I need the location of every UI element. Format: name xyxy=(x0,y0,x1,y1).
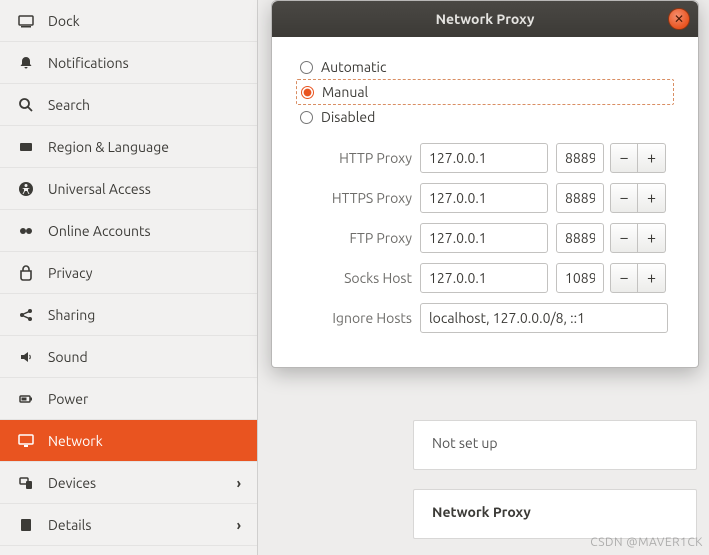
sidebar-item-universal-access[interactable]: Universal Access xyxy=(0,168,257,210)
watermark-text: CSDN @MAVER1CK xyxy=(590,536,703,549)
settings-sidebar: Dock Notifications Search Region & Langu… xyxy=(0,0,258,555)
ftp-proxy-host-input[interactable] xyxy=(420,223,548,253)
cloud-icon xyxy=(16,221,36,241)
proxy-mode-radios: Automatic Manual Disabled xyxy=(296,55,674,129)
socks-host-label: Socks Host xyxy=(296,270,412,286)
decrement-button[interactable]: − xyxy=(610,223,638,253)
https-proxy-host-input[interactable] xyxy=(420,183,548,213)
privacy-icon xyxy=(16,263,36,283)
increment-button[interactable]: + xyxy=(638,223,666,253)
increment-button[interactable]: + xyxy=(638,143,666,173)
socks-port-input[interactable] xyxy=(556,263,604,293)
details-icon xyxy=(16,515,36,535)
globe-icon xyxy=(16,137,36,157)
sidebar-item-sharing[interactable]: Sharing xyxy=(0,294,257,336)
status-card[interactable]: Not set up xyxy=(413,420,697,470)
sidebar-item-label: Privacy xyxy=(48,265,92,281)
sidebar-item-label: Network xyxy=(48,433,103,449)
dialog-titlebar[interactable]: Network Proxy ✕ xyxy=(272,1,698,37)
power-icon xyxy=(16,389,36,409)
sidebar-item-region[interactable]: Region & Language xyxy=(0,126,257,168)
network-proxy-card[interactable]: Network Proxy xyxy=(413,489,697,539)
close-button[interactable]: ✕ xyxy=(668,8,690,30)
sidebar-item-power[interactable]: Power xyxy=(0,378,257,420)
radio-automatic[interactable]: Automatic xyxy=(296,55,674,79)
sound-icon xyxy=(16,347,36,367)
increment-button[interactable]: + xyxy=(638,183,666,213)
sidebar-item-devices[interactable]: Devices › xyxy=(0,462,257,504)
ignore-hosts-row: Ignore Hosts xyxy=(296,303,674,333)
sidebar-item-online-accounts[interactable]: Online Accounts xyxy=(0,210,257,252)
decrement-button[interactable]: − xyxy=(610,183,638,213)
radio-manual[interactable]: Manual xyxy=(296,79,674,105)
dialog-title: Network Proxy xyxy=(436,11,535,27)
sidebar-item-label: Sharing xyxy=(48,307,95,323)
network-proxy-dialog: Network Proxy ✕ Automatic Manual Disable… xyxy=(271,0,699,368)
sidebar-item-label: Details xyxy=(48,517,91,533)
sidebar-item-notifications[interactable]: Notifications xyxy=(0,42,257,84)
ftp-proxy-row: FTP Proxy −+ xyxy=(296,223,674,253)
http-proxy-row: HTTP Proxy −+ xyxy=(296,143,674,173)
https-proxy-row: HTTPS Proxy −+ xyxy=(296,183,674,213)
sidebar-item-label: Universal Access xyxy=(48,181,151,197)
http-proxy-label: HTTP Proxy xyxy=(296,150,412,166)
sidebar-item-label: Power xyxy=(48,391,88,407)
radio-disabled[interactable]: Disabled xyxy=(296,105,674,129)
access-icon xyxy=(16,179,36,199)
http-proxy-host-input[interactable] xyxy=(420,143,548,173)
sidebar-item-dock[interactable]: Dock xyxy=(0,0,257,42)
ftp-proxy-port-input[interactable] xyxy=(556,223,604,253)
bell-icon xyxy=(16,53,36,73)
sidebar-item-label: Online Accounts xyxy=(48,223,151,239)
sidebar-item-sound[interactable]: Sound xyxy=(0,336,257,378)
share-icon xyxy=(16,305,36,325)
sidebar-item-label: Notifications xyxy=(48,55,129,71)
socks-port-stepper: −+ xyxy=(610,263,666,293)
sidebar-item-search[interactable]: Search xyxy=(0,84,257,126)
ftp-proxy-port-stepper: −+ xyxy=(610,223,666,253)
sidebar-item-privacy[interactable]: Privacy xyxy=(0,252,257,294)
socks-host-input[interactable] xyxy=(420,263,548,293)
sidebar-item-label: Dock xyxy=(48,13,80,29)
ignore-hosts-input[interactable] xyxy=(420,303,668,333)
ignore-hosts-label: Ignore Hosts xyxy=(296,310,412,326)
sidebar-item-network[interactable]: Network xyxy=(0,420,257,462)
sidebar-item-label: Sound xyxy=(48,349,88,365)
decrement-button[interactable]: − xyxy=(610,263,638,293)
https-proxy-label: HTTPS Proxy xyxy=(296,190,412,206)
search-icon xyxy=(16,95,36,115)
chevron-right-icon: › xyxy=(237,517,241,533)
decrement-button[interactable]: − xyxy=(610,143,638,173)
close-icon: ✕ xyxy=(674,12,684,26)
network-icon xyxy=(16,431,36,451)
sidebar-item-label: Region & Language xyxy=(48,139,169,155)
socks-host-row: Socks Host −+ xyxy=(296,263,674,293)
sidebar-item-label: Devices xyxy=(48,475,96,491)
sidebar-item-label: Search xyxy=(48,97,90,113)
devices-icon xyxy=(16,473,36,493)
dock-icon xyxy=(16,11,36,31)
chevron-right-icon: › xyxy=(237,475,241,491)
ftp-proxy-label: FTP Proxy xyxy=(296,230,412,246)
https-proxy-port-input[interactable] xyxy=(556,183,604,213)
sidebar-item-details[interactable]: Details › xyxy=(0,504,257,546)
http-proxy-port-stepper: −+ xyxy=(610,143,666,173)
increment-button[interactable]: + xyxy=(638,263,666,293)
http-proxy-port-input[interactable] xyxy=(556,143,604,173)
https-proxy-port-stepper: −+ xyxy=(610,183,666,213)
